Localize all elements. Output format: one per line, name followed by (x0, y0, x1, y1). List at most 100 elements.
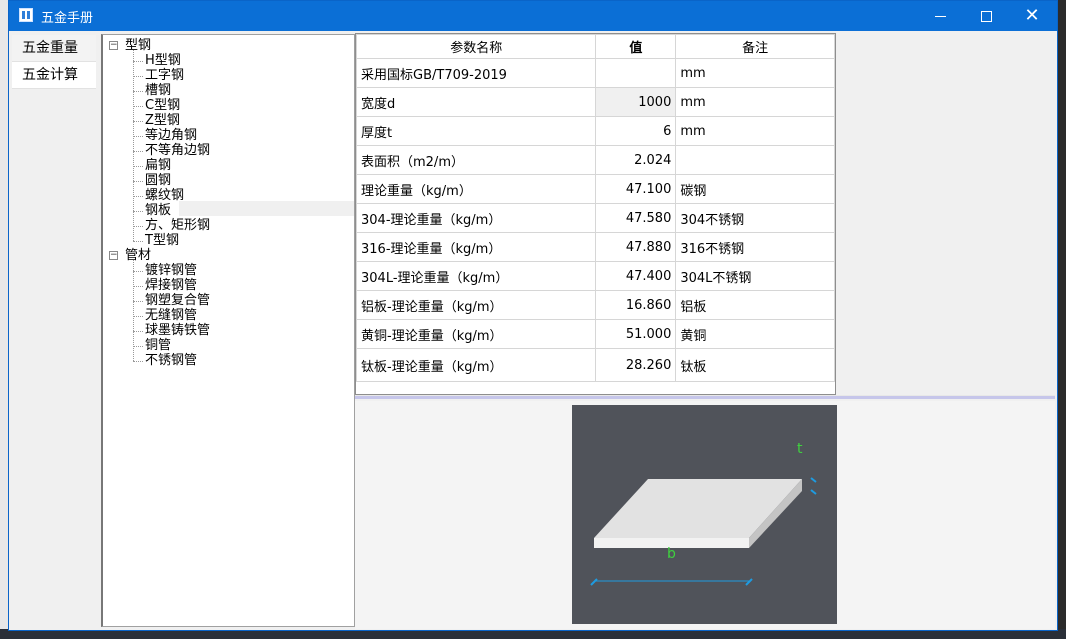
thickness-label: t (797, 441, 803, 457)
param-name-cell: 铝板-理论重量（kg/m） (355, 290, 597, 320)
tree-connector (133, 151, 143, 152)
param-note-cell: mm (675, 87, 835, 117)
tree-item[interactable]: 方、矩形钢 (145, 218, 210, 233)
tree-connector (133, 91, 143, 92)
param-value-cell: 47.580 (595, 203, 677, 233)
param-value-cell: 51.000 (595, 319, 677, 349)
table-row: 304-理论重量（kg/m） 47.580 304不锈钢 (355, 203, 835, 233)
table-row: 316-理论重量（kg/m） 47.880 316不锈钢 (355, 232, 835, 262)
tree-selection-highlight (179, 201, 354, 216)
tree-item[interactable]: 镀锌钢管 (145, 263, 197, 278)
preview-area: t b (355, 401, 1055, 629)
tree-branch-line (133, 260, 134, 361)
tree-item[interactable]: C型钢 (145, 98, 180, 113)
sidebar-item-hardware-weight[interactable]: 五金重量 (12, 35, 96, 62)
param-note-cell: 铝板 (675, 290, 835, 320)
param-note-cell: 黄铜 (675, 319, 835, 349)
param-note-cell: 碳钢 (675, 174, 835, 204)
tree-connector (133, 106, 143, 107)
plate-diagram: t b (572, 405, 837, 624)
param-name-cell: 理论重量（kg/m） (355, 174, 597, 204)
title-bar[interactable]: 五金手册 ✕ (9, 1, 1057, 31)
plate-diagram-svg: t b (572, 405, 837, 624)
param-table: 参数名称 值 备注 采用国标GB/T709-2019 mm 宽度d 1000 mm 厚度t… (355, 34, 835, 382)
tree-expand-toggle-icon[interactable]: − (109, 251, 118, 260)
param-name-cell: 304L-理论重量（kg/m） (355, 261, 597, 291)
tree-item[interactable]: 螺纹钢 (145, 188, 184, 203)
param-name-cell: 表面积（m2/m） (355, 145, 597, 175)
tree-item[interactable]: 不锈钢管 (145, 353, 197, 368)
table-header-row: 参数名称 值 备注 (355, 34, 835, 59)
tree-item[interactable]: Z型钢 (145, 113, 180, 128)
tree-item[interactable]: 槽钢 (145, 83, 171, 98)
param-value-cell: 16.860 (595, 290, 677, 320)
maximize-icon (980, 10, 992, 22)
param-note-cell: 316不锈钢 (675, 232, 835, 262)
tree-item[interactable]: 等边角钢 (145, 128, 197, 143)
tree-branch-line (133, 50, 134, 241)
minimize-button[interactable] (917, 1, 963, 31)
tree-connector (133, 76, 143, 77)
tree-connector (133, 166, 143, 167)
close-button[interactable]: ✕ (1009, 1, 1055, 31)
tree-item[interactable]: T型钢 (145, 233, 179, 248)
param-note-cell: mm (675, 116, 835, 146)
param-value-cell: 47.880 (595, 232, 677, 262)
param-note-cell: 304不锈钢 (675, 203, 835, 233)
tree-connector (133, 241, 143, 242)
sidebar-item-hardware-calc[interactable]: 五金计算 (12, 62, 96, 89)
header-param-name: 参数名称 (355, 34, 597, 59)
category-tree[interactable]: − 型钢 H型钢 工字钢 槽钢 C型钢 Z型钢 等边角钢 不等角边钢 扁钢 圆钢 螺纹钢 钢板 方、矩形钢… (101, 34, 355, 627)
tree-connector (133, 301, 143, 302)
tree-group-node[interactable]: 型钢 (125, 38, 151, 53)
param-value-cell: 2.024 (595, 145, 677, 175)
tree-item[interactable]: 无缝钢管 (145, 308, 197, 323)
sidebar: 五金重量 五金计算 (12, 35, 97, 89)
param-name-cell: 宽度d (355, 87, 597, 117)
tree-item[interactable]: 扁钢 (145, 158, 171, 173)
tree-connector (133, 226, 143, 227)
tree-connector (133, 316, 143, 317)
minimize-icon (934, 15, 946, 17)
table-row: 表面积（m2/m） 2.024 (355, 145, 835, 175)
tree-item[interactable]: 球墨铸铁管 (145, 323, 210, 338)
table-row: 铝板-理论重量（kg/m） 16.860 铝板 (355, 290, 835, 320)
tree-item[interactable]: 钢板 (145, 203, 171, 218)
panel-splitter[interactable] (355, 395, 1055, 399)
background-window-strip-right (1058, 0, 1066, 639)
tree-connector (133, 196, 143, 197)
tree-connector (133, 61, 143, 62)
param-value-cell: 28.260 (595, 348, 677, 382)
table-row: 采用国标GB/T709-2019 mm (355, 58, 835, 88)
tree-item[interactable]: 钢塑复合管 (145, 293, 210, 308)
tree-item[interactable]: 铜管 (145, 338, 171, 353)
tree-item[interactable]: H型钢 (145, 53, 181, 68)
tree-connector (133, 181, 143, 182)
tree-item[interactable]: 焊接钢管 (145, 278, 197, 293)
param-note-cell: mm (675, 58, 835, 88)
window-title: 五金手册 (41, 11, 94, 26)
tree-connector (133, 211, 143, 212)
tree-item[interactable]: 不等角边钢 (145, 143, 210, 158)
tree-connector (133, 286, 143, 287)
table-row: 理论重量（kg/m） 47.100 碳钢 (355, 174, 835, 204)
client-area: 五金重量 五金计算 − 型钢 H型钢 工字钢 槽钢 C型钢 Z型钢 等边角钢 不等角边钢 扁钢 圆钢… (9, 31, 1057, 630)
param-name-cell: 304-理论重量（kg/m） (355, 203, 597, 233)
param-value-cell[interactable]: 1000 (595, 87, 677, 117)
table-row: 304L-理论重量（kg/m） 47.400 304L不锈钢 (355, 261, 835, 291)
param-value-cell: 47.100 (595, 174, 677, 204)
tree-item[interactable]: 工字钢 (145, 68, 184, 83)
param-name-cell: 钛板-理论重量（kg/m） (355, 348, 597, 382)
param-note-cell: 钛板 (675, 348, 835, 382)
tree-expand-toggle-icon[interactable]: − (109, 41, 118, 50)
param-value-cell (595, 58, 677, 88)
app-icon (19, 8, 33, 22)
param-name-cell: 厚度t (355, 116, 597, 146)
maximize-button[interactable] (963, 1, 1009, 31)
table-row: 钛板-理论重量（kg/m） 28.260 钛板 (355, 348, 835, 382)
tree-item[interactable]: 圆钢 (145, 173, 171, 188)
param-note-cell (675, 145, 835, 175)
tree-group-node[interactable]: 管材 (125, 248, 151, 263)
param-value-cell: 47.400 (595, 261, 677, 291)
param-name-cell: 采用国标GB/T709-2019 (355, 58, 597, 88)
